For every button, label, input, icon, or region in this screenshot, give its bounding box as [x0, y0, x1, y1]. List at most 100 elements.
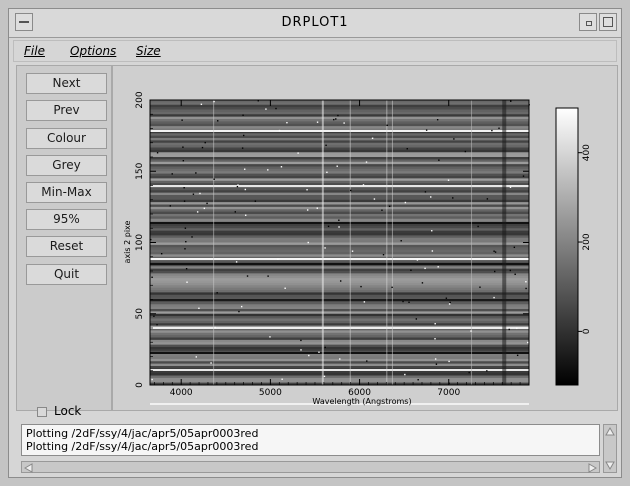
noise-dot [434, 338, 436, 340]
y-tick-label: 0 [135, 382, 145, 388]
noise-dot [382, 254, 385, 256]
noise-dot [269, 336, 271, 338]
scroll-up-icon[interactable] [605, 426, 615, 436]
noise-dot [196, 211, 199, 213]
minimize-button[interactable] [579, 13, 597, 31]
fiber-row-highlight [150, 130, 529, 132]
log-horizontal-scrollbar[interactable] [21, 461, 600, 473]
fiber-row [150, 171, 529, 175]
fiber-row [150, 233, 529, 236]
sky-line-column [391, 100, 393, 385]
noise-dot [424, 191, 427, 193]
sky-line-column [321, 100, 324, 385]
fiber-row [150, 287, 529, 291]
noise-dot [434, 322, 436, 325]
noise-dot [308, 354, 310, 357]
noise-dot [362, 184, 365, 186]
menu-size[interactable]: Size [136, 44, 161, 58]
noise-dot [171, 173, 173, 175]
prev-button[interactable]: Prev [26, 100, 107, 121]
noise-dot [326, 171, 328, 174]
fiber-row [150, 252, 529, 255]
noise-dot [522, 175, 525, 177]
log-output[interactable]: Plotting /2dF/ssy/4/jac/apr5/05apr0003re… [21, 424, 600, 456]
noise-dot [195, 356, 197, 358]
x-tick-label: 5000 [259, 388, 282, 398]
noise-dot [351, 250, 354, 252]
scroll-down-icon[interactable] [605, 461, 615, 471]
noise-dot [417, 379, 419, 381]
menu-file[interactable]: File [24, 44, 45, 58]
maximize-button[interactable] [599, 13, 617, 31]
noise-dot [494, 270, 496, 273]
noise-dot [386, 124, 388, 127]
fiber-row [150, 235, 529, 239]
noise-dot [182, 146, 184, 148]
noise-dot [316, 207, 318, 209]
next-button[interactable]: Next [26, 73, 107, 94]
noise-dot [278, 129, 281, 132]
noise-dot [408, 301, 410, 303]
noise-dot [325, 144, 327, 147]
noise-dot [186, 281, 188, 283]
sky-line-column [502, 100, 507, 385]
fiber-row [150, 254, 529, 258]
y-axis-label: axis 2 pixe [123, 220, 132, 263]
fiber-row [150, 209, 529, 213]
fiber-row [150, 280, 529, 284]
title-bar[interactable]: DRPLOT1 [9, 9, 621, 38]
noise-dot [339, 358, 341, 360]
scroll-right-icon[interactable] [588, 463, 598, 473]
fiber-row [150, 104, 529, 108]
quit-button[interactable]: Quit [26, 264, 107, 285]
fiber-row [150, 366, 529, 369]
noise-dot [244, 188, 247, 191]
fiber-row [150, 240, 529, 243]
fiber-row [150, 111, 529, 115]
noise-dot [191, 236, 193, 238]
noise-dot [338, 226, 340, 228]
fiber-row [150, 316, 529, 319]
lock-checkbox[interactable] [37, 407, 47, 417]
log-vertical-scrollbar[interactable] [603, 424, 617, 473]
noise-dot [284, 287, 286, 289]
colorbar-tick-label: 0 [582, 328, 592, 334]
fiber-row [150, 271, 529, 274]
fiber-row [150, 373, 529, 376]
fiber-row [150, 377, 529, 381]
fiber-row [150, 206, 529, 210]
fiber-row [150, 142, 529, 146]
noise-dot [453, 138, 455, 140]
noise-dot [416, 259, 419, 261]
reset-button[interactable]: Reset [26, 236, 107, 257]
fiber-row-highlight [150, 222, 529, 224]
noise-dot [203, 207, 206, 210]
fiber-row [150, 168, 529, 172]
fiber-row [150, 311, 529, 315]
noise-dot [509, 269, 512, 272]
spectrum-image-plot[interactable]: 4000 5000 6000 7000050100150200 Wavelength … [113, 66, 617, 410]
menu-options[interactable]: Options [70, 44, 116, 58]
colorbar-tick-label: 400 [582, 144, 592, 161]
percentile-95-button[interactable]: 95% [26, 209, 107, 230]
fiber-row [150, 306, 529, 310]
log-line: Plotting /2dF/ssy/4/jac/apr5/05apr0003re… [26, 427, 259, 440]
fiber-row [150, 332, 529, 336]
noise-dot [336, 165, 338, 167]
noise-dot [514, 273, 516, 276]
colour-button[interactable]: Colour [26, 128, 107, 149]
noise-dot [349, 189, 352, 192]
min-max-button[interactable]: Min-Max [26, 182, 107, 203]
fiber-row [150, 320, 529, 324]
noise-dot [265, 108, 267, 110]
noise-dot [527, 341, 529, 344]
fiber-row [150, 363, 529, 367]
noise-dot [316, 121, 319, 123]
fiber-row [150, 152, 529, 156]
fiber-row [150, 268, 529, 272]
scroll-left-icon[interactable] [23, 463, 33, 473]
fiber-row [150, 273, 529, 277]
grey-button[interactable]: Grey [26, 155, 107, 176]
noise-dot [217, 120, 219, 122]
window-title: DRPLOT1 [281, 15, 349, 30]
